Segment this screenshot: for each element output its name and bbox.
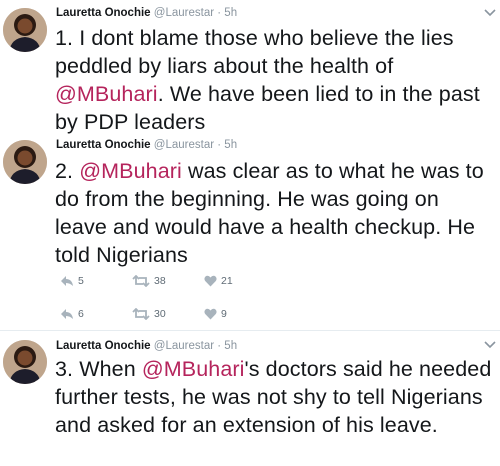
chevron-down-icon[interactable] (484, 8, 496, 18)
avatar[interactable] (3, 8, 47, 52)
tweet-text: 2. @MBuhari was clear as to what he was … (55, 157, 495, 269)
timestamp[interactable]: 5h (224, 7, 237, 19)
like-count: 21 (221, 275, 233, 287)
mention-link[interactable]: @MBuhari (142, 357, 245, 381)
tweet-1[interactable]: Lauretta Onochie @Laurestar · 5h 1. I do… (0, 0, 500, 134)
mention-link[interactable]: @MBuhari (55, 82, 158, 106)
retweet-icon (132, 275, 150, 287)
tweet-header: Lauretta Onochie @Laurestar · 5h (56, 340, 237, 352)
author-name[interactable]: Lauretta Onochie (56, 139, 151, 151)
author-handle[interactable]: @Laurestar (154, 7, 214, 19)
reply-icon (61, 309, 73, 319)
like-count: 9 (221, 308, 227, 320)
tweet-actions: 6 30 9 (60, 306, 227, 322)
avatar[interactable] (3, 140, 47, 184)
retweet-button[interactable]: 30 (132, 308, 204, 320)
tweet-3[interactable]: Lauretta Onochie @Laurestar · 5h 3. When… (0, 331, 500, 466)
chevron-down-icon[interactable] (484, 340, 496, 350)
retweet-count: 30 (154, 308, 166, 320)
retweet-count: 38 (154, 275, 166, 287)
author-name[interactable]: Lauretta Onochie (56, 7, 151, 19)
author-handle[interactable]: @Laurestar (154, 340, 214, 352)
text-prefix: 2. (55, 159, 80, 183)
timestamp[interactable]: 5h (224, 340, 237, 352)
heart-icon (204, 275, 217, 287)
tweet-header: Lauretta Onochie @Laurestar · 5h (56, 139, 237, 151)
tweet-header: Lauretta Onochie @Laurestar · 5h (56, 7, 237, 19)
timestamp[interactable]: 5h (224, 139, 237, 151)
like-button[interactable]: 21 (204, 275, 233, 287)
author-name[interactable]: Lauretta Onochie (56, 340, 151, 352)
reply-count: 5 (78, 275, 84, 287)
tweet-actions: 5 38 21 (60, 273, 233, 289)
tweet-text: 3. When @MBuhari's doctors said he neede… (55, 355, 495, 439)
reply-count: 6 (78, 308, 84, 320)
like-button[interactable]: 9 (204, 308, 227, 320)
tweet-text: 1. I dont blame those who believe the li… (55, 24, 495, 136)
mention-link[interactable]: @MBuhari (79, 159, 182, 183)
retweet-icon (132, 308, 150, 320)
text-prefix: 1. I dont blame those who believe the li… (55, 26, 454, 78)
reply-icon (61, 276, 73, 286)
separator: · (217, 340, 222, 352)
reply-button[interactable]: 6 (60, 308, 132, 320)
text-prefix: 3. When (55, 357, 142, 381)
separator: · (217, 7, 222, 19)
avatar[interactable] (3, 340, 47, 384)
heart-icon (204, 308, 217, 320)
tweet-2[interactable]: Lauretta Onochie @Laurestar · 5h 2. @MBu… (0, 132, 500, 330)
author-handle[interactable]: @Laurestar (154, 139, 214, 151)
reply-button[interactable]: 5 (60, 275, 132, 287)
retweet-button[interactable]: 38 (132, 275, 204, 287)
separator: · (217, 139, 222, 151)
